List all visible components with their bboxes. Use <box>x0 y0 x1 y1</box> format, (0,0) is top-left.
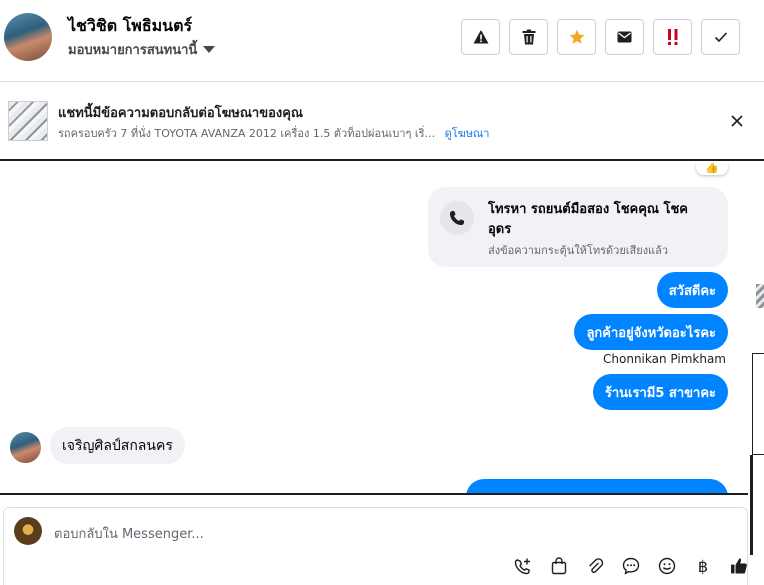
ad-reply-banner: แชทนี้มีข้อความตอบกลับต่อโฆษณาของคุณ รถค… <box>0 82 764 161</box>
attach-button[interactable] <box>584 555 606 577</box>
outgoing-message[interactable]: ลูกค้าอยู่จังหวัดอะไรคะ <box>574 314 728 350</box>
composer-toolbar: ฿ <box>512 555 750 577</box>
star-icon <box>569 29 585 45</box>
phone-plus-icon <box>514 557 532 575</box>
close-banner-button[interactable] <box>726 110 748 132</box>
side-panel-divider <box>750 455 753 555</box>
assign-label: มอบหมายการสนทนานี้ <box>68 43 198 58</box>
call-card-title: โทรหา รถยนต์มือสอง โชคคุณ โชค อุดร <box>488 202 689 237</box>
shopping-bag-icon <box>551 557 567 575</box>
side-panel-thumbnail[interactable] <box>756 284 764 308</box>
header-actions <box>461 19 740 55</box>
message-composer: ตอบกลับใน Messenger... ฿ <box>3 507 748 585</box>
outgoing-message[interactable]: ร้านเรามี5 สาขาคะ <box>592 374 728 410</box>
star-button[interactable] <box>557 19 596 55</box>
payment-button[interactable]: ฿ <box>692 555 714 577</box>
delete-button[interactable] <box>509 19 548 55</box>
side-panel-box <box>752 353 764 455</box>
reply-input[interactable]: ตอบกลับใน Messenger... <box>54 523 204 544</box>
conversation-header: ไชวิชิต โพธิมนตร์ มอบหมายการสนทนานี้ <box>0 0 764 82</box>
report-button[interactable] <box>461 19 500 55</box>
baht-icon: ฿ <box>697 556 709 576</box>
contact-avatar[interactable] <box>4 13 52 61</box>
check-icon <box>714 31 728 43</box>
mark-done-button[interactable] <box>701 19 740 55</box>
ad-thumbnail[interactable] <box>8 101 48 141</box>
ad-banner-title: แชทนี้มีข้อความตอบกลับต่อโฆษณาของคุณ <box>58 106 303 121</box>
trash-icon <box>522 29 536 45</box>
saved-replies-button[interactable] <box>620 555 642 577</box>
assign-conversation-dropdown[interactable]: มอบหมายการสนทนานี้ <box>68 39 216 60</box>
call-cta-card[interactable]: โทรหา รถยนต์มือสอง โชคคุณ โชค อุดร ส่งข้… <box>428 187 728 267</box>
smiley-icon <box>658 557 676 575</box>
ad-description: รถครอบครัว 7 ที่นั่ง TOYOTA AVANZA 2012 … <box>58 127 436 140</box>
sender-name: Chonnikan Pimkham <box>603 352 726 366</box>
close-icon <box>731 115 743 127</box>
exclamation-icon <box>666 28 680 46</box>
contact-name[interactable]: ไชวิชิต โพธิมนตร์ <box>68 14 192 39</box>
shop-button[interactable] <box>548 555 570 577</box>
send-like-button[interactable] <box>728 555 750 577</box>
message-thread[interactable]: 👍 โทรหา รถยนต์มือสอง โชคคุณ โชค อุดร ส่ง… <box>0 163 748 493</box>
ad-banner-subtitle: รถครอบครัว 7 ที่นั่ง TOYOTA AVANZA 2012 … <box>58 124 489 142</box>
chat-bubble-icon <box>622 557 640 575</box>
thumbs-up-reaction-icon: 👍 <box>696 163 728 175</box>
warning-icon <box>473 29 489 45</box>
call-add-button[interactable] <box>512 555 534 577</box>
call-card-subtitle: ส่งข้อความกระตุ้นให้โทรด้วยเสียงแล้ว <box>488 244 669 257</box>
emoji-button[interactable] <box>656 555 678 577</box>
caret-down-icon <box>203 46 216 53</box>
page-avatar <box>14 517 42 545</box>
messenger-conversation-window: ไชวิชิต โพธิมนตร์ มอบหมายการสนทนานี้ แชท… <box>0 0 764 585</box>
view-ad-link[interactable]: ดูโฆษณา <box>445 127 490 140</box>
paperclip-icon <box>586 557 604 575</box>
phone-icon <box>440 201 474 235</box>
composer-divider <box>0 493 748 495</box>
mark-unread-button[interactable] <box>605 19 644 55</box>
outgoing-message[interactable]: สวัสดีคะ <box>656 272 728 308</box>
spam-button[interactable] <box>653 19 692 55</box>
outgoing-message-partial[interactable] <box>466 479 728 493</box>
envelope-icon <box>617 31 632 43</box>
thumbs-up-icon <box>730 557 748 575</box>
incoming-message[interactable]: เจริญศิลป์สกลนคร <box>50 427 185 464</box>
contact-avatar-small <box>10 432 41 463</box>
